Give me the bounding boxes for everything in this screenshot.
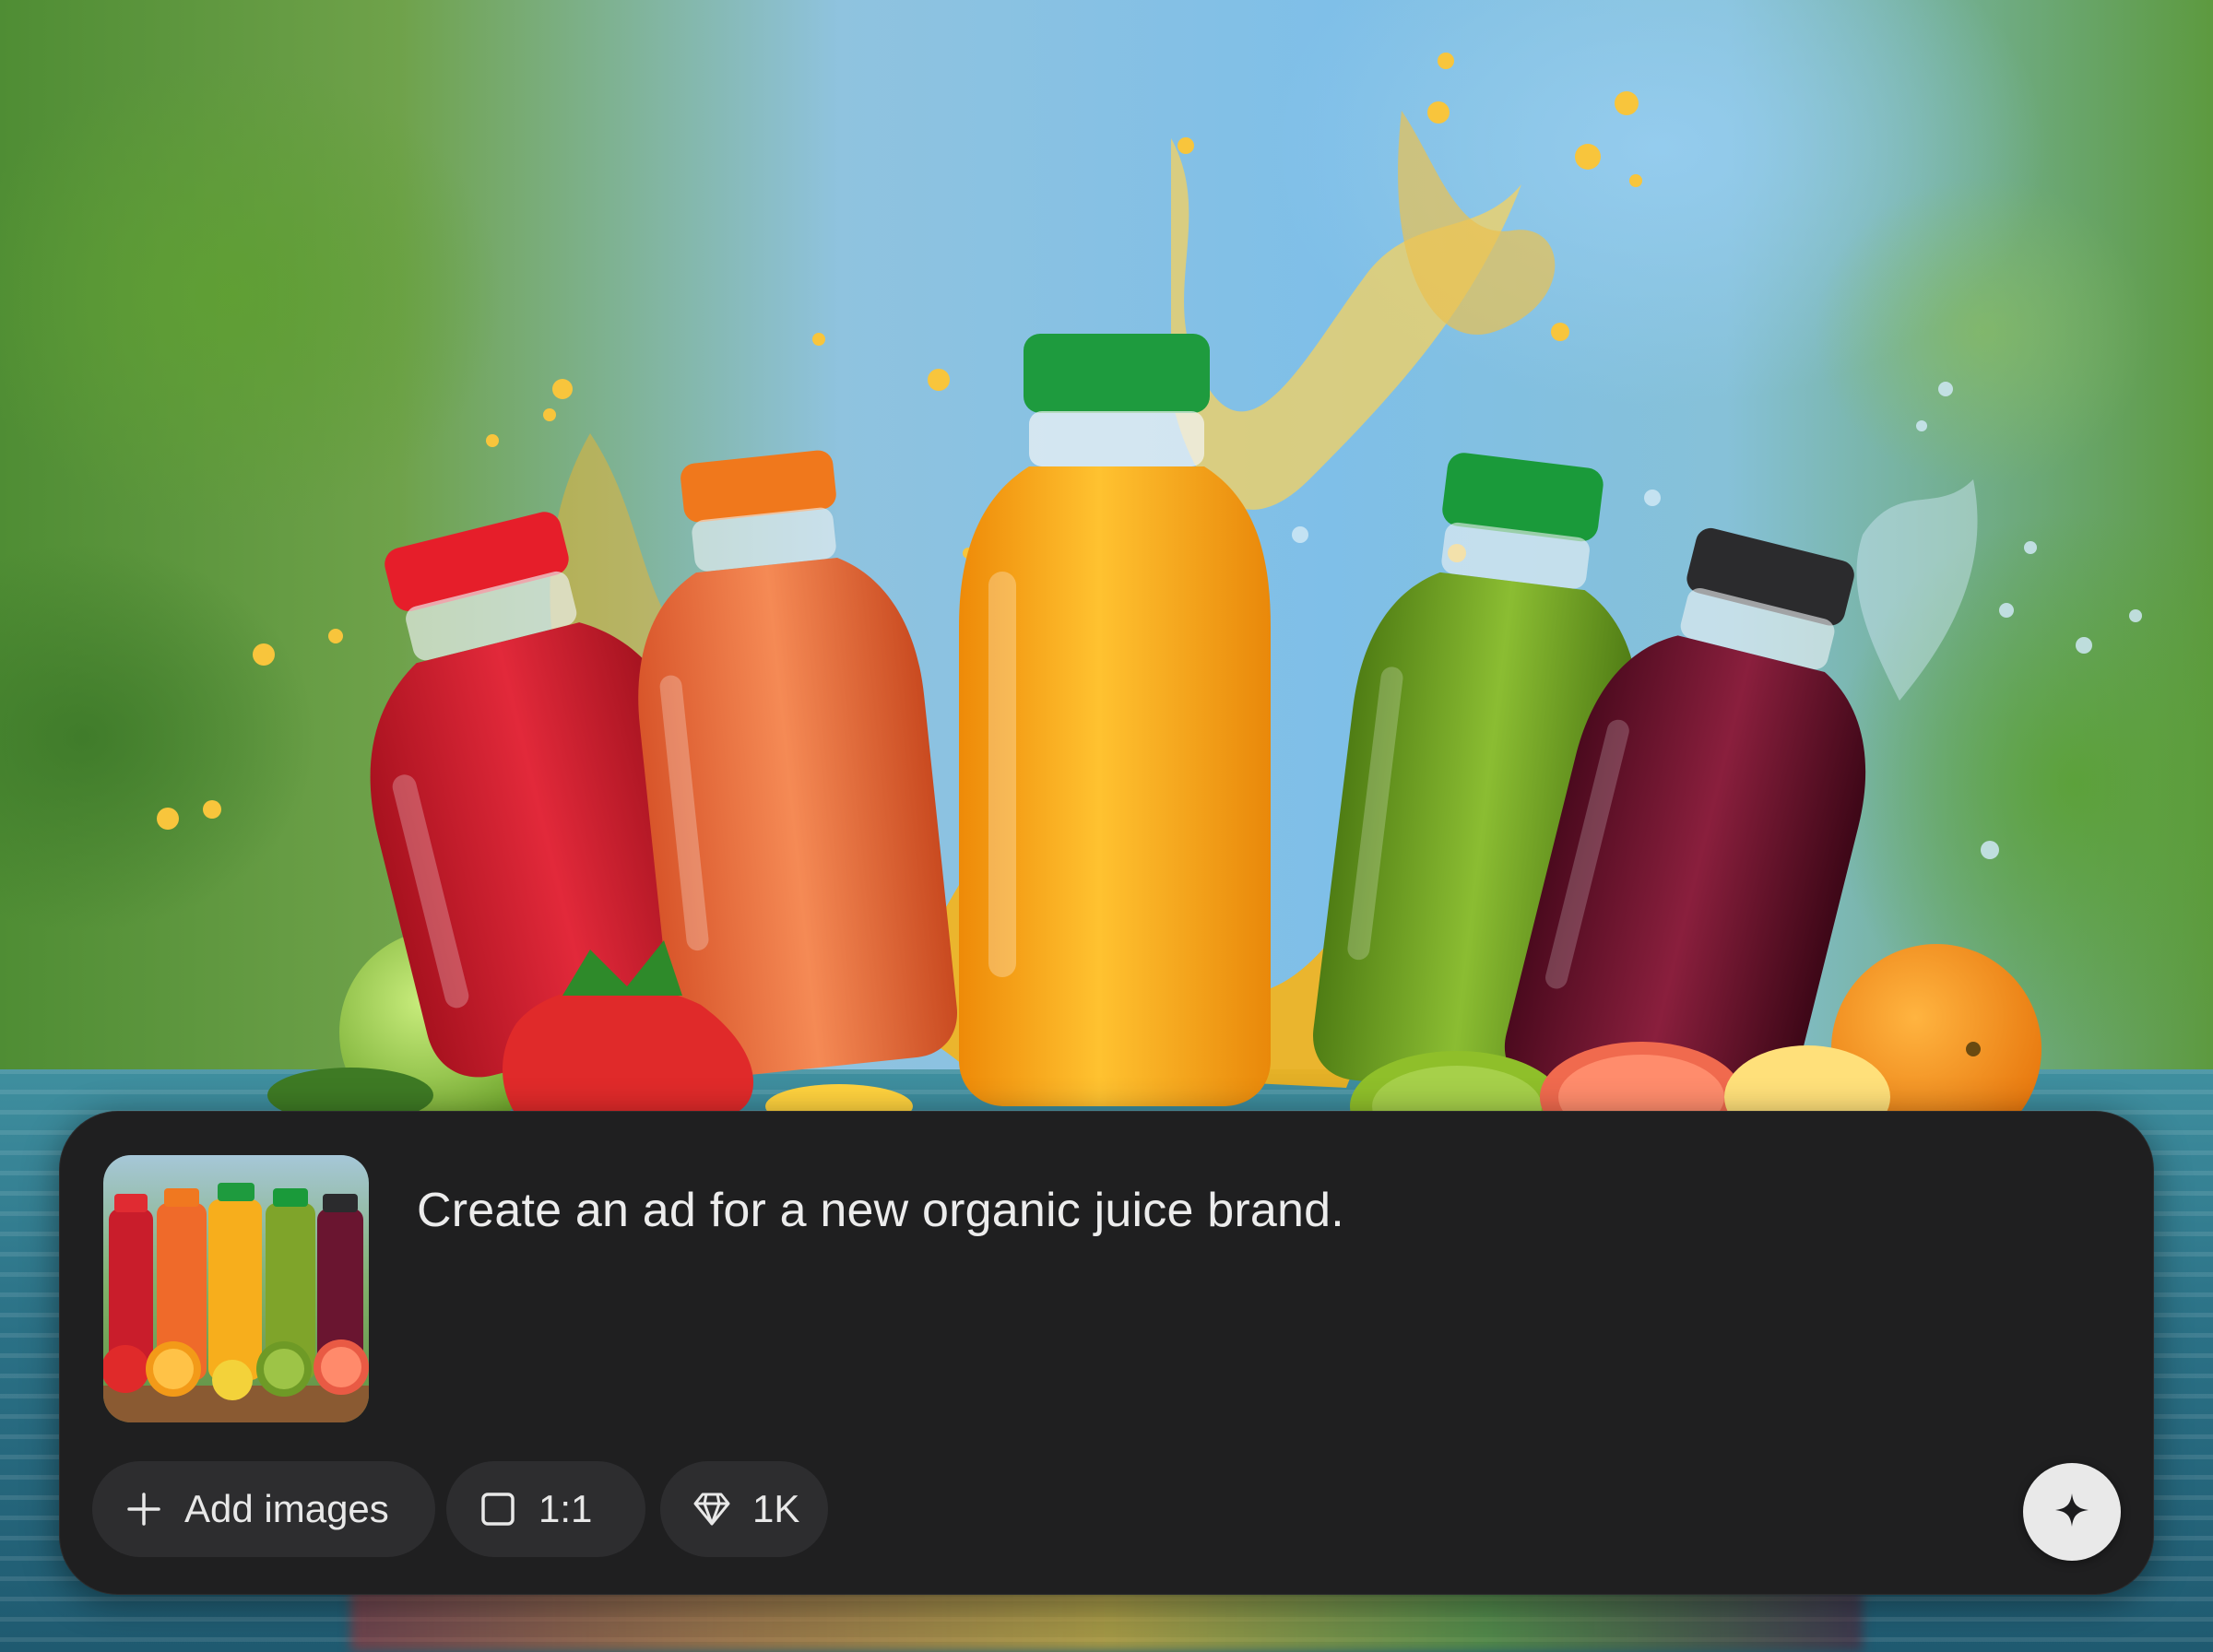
resolution-button[interactable]: 1K: [660, 1461, 828, 1557]
juice-bottles-thumbnail-icon: [103, 1155, 369, 1422]
aspect-ratio-label: 1:1: [538, 1487, 593, 1530]
plus-icon: [124, 1489, 164, 1529]
aspect-ratio-button[interactable]: 1:1: [446, 1461, 645, 1557]
diamond-icon: [692, 1489, 732, 1529]
prompt-input[interactable]: Create an ad for a new organic juice bra…: [417, 1181, 2058, 1240]
resolution-label: 1K: [752, 1487, 800, 1530]
attached-image-thumbnail[interactable]: [103, 1155, 369, 1422]
square-icon: [478, 1489, 518, 1529]
prompt-panel: Create an ad for a new organic juice bra…: [59, 1111, 2154, 1595]
generate-button[interactable]: [2023, 1463, 2121, 1561]
add-images-label: Add images: [184, 1487, 389, 1530]
sparkle-icon: [2053, 1492, 2090, 1533]
add-images-button[interactable]: Add images: [92, 1461, 435, 1557]
